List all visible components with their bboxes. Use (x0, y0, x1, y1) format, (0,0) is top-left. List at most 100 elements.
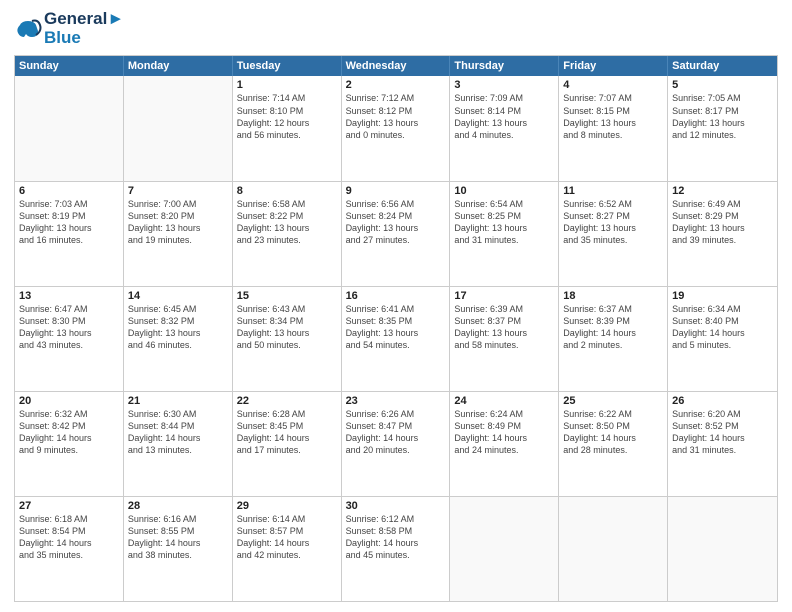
day-cell-20: 20Sunrise: 6:32 AM Sunset: 8:42 PM Dayli… (15, 392, 124, 496)
day-number-2: 2 (346, 79, 446, 91)
week-row-5: 27Sunrise: 6:18 AM Sunset: 8:54 PM Dayli… (15, 497, 777, 601)
day-number-16: 16 (346, 290, 446, 302)
day-info-17: Sunrise: 6:39 AM Sunset: 8:37 PM Dayligh… (454, 303, 554, 352)
day-info-8: Sunrise: 6:58 AM Sunset: 8:22 PM Dayligh… (237, 198, 337, 247)
day-info-18: Sunrise: 6:37 AM Sunset: 8:39 PM Dayligh… (563, 303, 663, 352)
day-cell-1: 1Sunrise: 7:14 AM Sunset: 8:10 PM Daylig… (233, 76, 342, 180)
header-cell-sunday: Sunday (15, 56, 124, 76)
day-info-16: Sunrise: 6:41 AM Sunset: 8:35 PM Dayligh… (346, 303, 446, 352)
day-info-26: Sunrise: 6:20 AM Sunset: 8:52 PM Dayligh… (672, 408, 773, 457)
day-info-22: Sunrise: 6:28 AM Sunset: 8:45 PM Dayligh… (237, 408, 337, 457)
day-info-9: Sunrise: 6:56 AM Sunset: 8:24 PM Dayligh… (346, 198, 446, 247)
day-cell-16: 16Sunrise: 6:41 AM Sunset: 8:35 PM Dayli… (342, 287, 451, 391)
day-cell-6: 6Sunrise: 7:03 AM Sunset: 8:19 PM Daylig… (15, 182, 124, 286)
day-cell-26: 26Sunrise: 6:20 AM Sunset: 8:52 PM Dayli… (668, 392, 777, 496)
day-info-7: Sunrise: 7:00 AM Sunset: 8:20 PM Dayligh… (128, 198, 228, 247)
logo-text: General► Blue (44, 10, 124, 47)
day-info-14: Sunrise: 6:45 AM Sunset: 8:32 PM Dayligh… (128, 303, 228, 352)
day-number-4: 4 (563, 79, 663, 91)
day-info-28: Sunrise: 6:16 AM Sunset: 8:55 PM Dayligh… (128, 513, 228, 562)
day-info-10: Sunrise: 6:54 AM Sunset: 8:25 PM Dayligh… (454, 198, 554, 247)
calendar-body: 1Sunrise: 7:14 AM Sunset: 8:10 PM Daylig… (15, 76, 777, 601)
day-cell-28: 28Sunrise: 6:16 AM Sunset: 8:55 PM Dayli… (124, 497, 233, 601)
empty-cell-0-1 (124, 76, 233, 180)
day-cell-8: 8Sunrise: 6:58 AM Sunset: 8:22 PM Daylig… (233, 182, 342, 286)
day-info-1: Sunrise: 7:14 AM Sunset: 8:10 PM Dayligh… (237, 92, 337, 141)
day-info-25: Sunrise: 6:22 AM Sunset: 8:50 PM Dayligh… (563, 408, 663, 457)
day-info-3: Sunrise: 7:09 AM Sunset: 8:14 PM Dayligh… (454, 92, 554, 141)
empty-cell-0-0 (15, 76, 124, 180)
day-info-12: Sunrise: 6:49 AM Sunset: 8:29 PM Dayligh… (672, 198, 773, 247)
day-cell-13: 13Sunrise: 6:47 AM Sunset: 8:30 PM Dayli… (15, 287, 124, 391)
day-cell-14: 14Sunrise: 6:45 AM Sunset: 8:32 PM Dayli… (124, 287, 233, 391)
empty-cell-4-4 (450, 497, 559, 601)
day-number-12: 12 (672, 185, 773, 197)
day-cell-27: 27Sunrise: 6:18 AM Sunset: 8:54 PM Dayli… (15, 497, 124, 601)
day-number-30: 30 (346, 500, 446, 512)
header-cell-friday: Friday (559, 56, 668, 76)
day-cell-29: 29Sunrise: 6:14 AM Sunset: 8:57 PM Dayli… (233, 497, 342, 601)
day-info-27: Sunrise: 6:18 AM Sunset: 8:54 PM Dayligh… (19, 513, 119, 562)
day-number-15: 15 (237, 290, 337, 302)
day-cell-25: 25Sunrise: 6:22 AM Sunset: 8:50 PM Dayli… (559, 392, 668, 496)
day-cell-12: 12Sunrise: 6:49 AM Sunset: 8:29 PM Dayli… (668, 182, 777, 286)
day-number-11: 11 (563, 185, 663, 197)
day-info-11: Sunrise: 6:52 AM Sunset: 8:27 PM Dayligh… (563, 198, 663, 247)
day-info-13: Sunrise: 6:47 AM Sunset: 8:30 PM Dayligh… (19, 303, 119, 352)
day-info-30: Sunrise: 6:12 AM Sunset: 8:58 PM Dayligh… (346, 513, 446, 562)
day-number-23: 23 (346, 395, 446, 407)
header-cell-wednesday: Wednesday (342, 56, 451, 76)
page: General► Blue SundayMondayTuesdayWednesd… (0, 0, 792, 612)
day-info-19: Sunrise: 6:34 AM Sunset: 8:40 PM Dayligh… (672, 303, 773, 352)
day-cell-21: 21Sunrise: 6:30 AM Sunset: 8:44 PM Dayli… (124, 392, 233, 496)
header-cell-saturday: Saturday (668, 56, 777, 76)
empty-cell-4-5 (559, 497, 668, 601)
day-cell-2: 2Sunrise: 7:12 AM Sunset: 8:12 PM Daylig… (342, 76, 451, 180)
day-number-10: 10 (454, 185, 554, 197)
day-number-3: 3 (454, 79, 554, 91)
day-cell-15: 15Sunrise: 6:43 AM Sunset: 8:34 PM Dayli… (233, 287, 342, 391)
day-number-22: 22 (237, 395, 337, 407)
day-number-27: 27 (19, 500, 119, 512)
day-cell-30: 30Sunrise: 6:12 AM Sunset: 8:58 PM Dayli… (342, 497, 451, 601)
week-row-1: 1Sunrise: 7:14 AM Sunset: 8:10 PM Daylig… (15, 76, 777, 181)
day-number-17: 17 (454, 290, 554, 302)
empty-cell-4-6 (668, 497, 777, 601)
day-info-5: Sunrise: 7:05 AM Sunset: 8:17 PM Dayligh… (672, 92, 773, 141)
day-info-6: Sunrise: 7:03 AM Sunset: 8:19 PM Dayligh… (19, 198, 119, 247)
day-number-13: 13 (19, 290, 119, 302)
day-info-21: Sunrise: 6:30 AM Sunset: 8:44 PM Dayligh… (128, 408, 228, 457)
day-number-24: 24 (454, 395, 554, 407)
day-cell-10: 10Sunrise: 6:54 AM Sunset: 8:25 PM Dayli… (450, 182, 559, 286)
day-number-9: 9 (346, 185, 446, 197)
week-row-4: 20Sunrise: 6:32 AM Sunset: 8:42 PM Dayli… (15, 392, 777, 497)
day-number-7: 7 (128, 185, 228, 197)
day-cell-19: 19Sunrise: 6:34 AM Sunset: 8:40 PM Dayli… (668, 287, 777, 391)
day-cell-17: 17Sunrise: 6:39 AM Sunset: 8:37 PM Dayli… (450, 287, 559, 391)
day-number-28: 28 (128, 500, 228, 512)
header: General► Blue (14, 10, 778, 47)
header-cell-monday: Monday (124, 56, 233, 76)
day-number-25: 25 (563, 395, 663, 407)
day-number-1: 1 (237, 79, 337, 91)
day-cell-3: 3Sunrise: 7:09 AM Sunset: 8:14 PM Daylig… (450, 76, 559, 180)
logo: General► Blue (14, 10, 124, 47)
day-info-20: Sunrise: 6:32 AM Sunset: 8:42 PM Dayligh… (19, 408, 119, 457)
day-info-24: Sunrise: 6:24 AM Sunset: 8:49 PM Dayligh… (454, 408, 554, 457)
day-cell-23: 23Sunrise: 6:26 AM Sunset: 8:47 PM Dayli… (342, 392, 451, 496)
week-row-2: 6Sunrise: 7:03 AM Sunset: 8:19 PM Daylig… (15, 182, 777, 287)
day-cell-4: 4Sunrise: 7:07 AM Sunset: 8:15 PM Daylig… (559, 76, 668, 180)
logo-line2: Blue (44, 29, 124, 48)
day-cell-18: 18Sunrise: 6:37 AM Sunset: 8:39 PM Dayli… (559, 287, 668, 391)
day-number-5: 5 (672, 79, 773, 91)
day-number-6: 6 (19, 185, 119, 197)
day-number-21: 21 (128, 395, 228, 407)
day-info-2: Sunrise: 7:12 AM Sunset: 8:12 PM Dayligh… (346, 92, 446, 141)
day-cell-22: 22Sunrise: 6:28 AM Sunset: 8:45 PM Dayli… (233, 392, 342, 496)
header-cell-thursday: Thursday (450, 56, 559, 76)
logo-line1: General► (44, 10, 124, 29)
day-cell-5: 5Sunrise: 7:05 AM Sunset: 8:17 PM Daylig… (668, 76, 777, 180)
day-cell-7: 7Sunrise: 7:00 AM Sunset: 8:20 PM Daylig… (124, 182, 233, 286)
day-number-26: 26 (672, 395, 773, 407)
day-number-14: 14 (128, 290, 228, 302)
